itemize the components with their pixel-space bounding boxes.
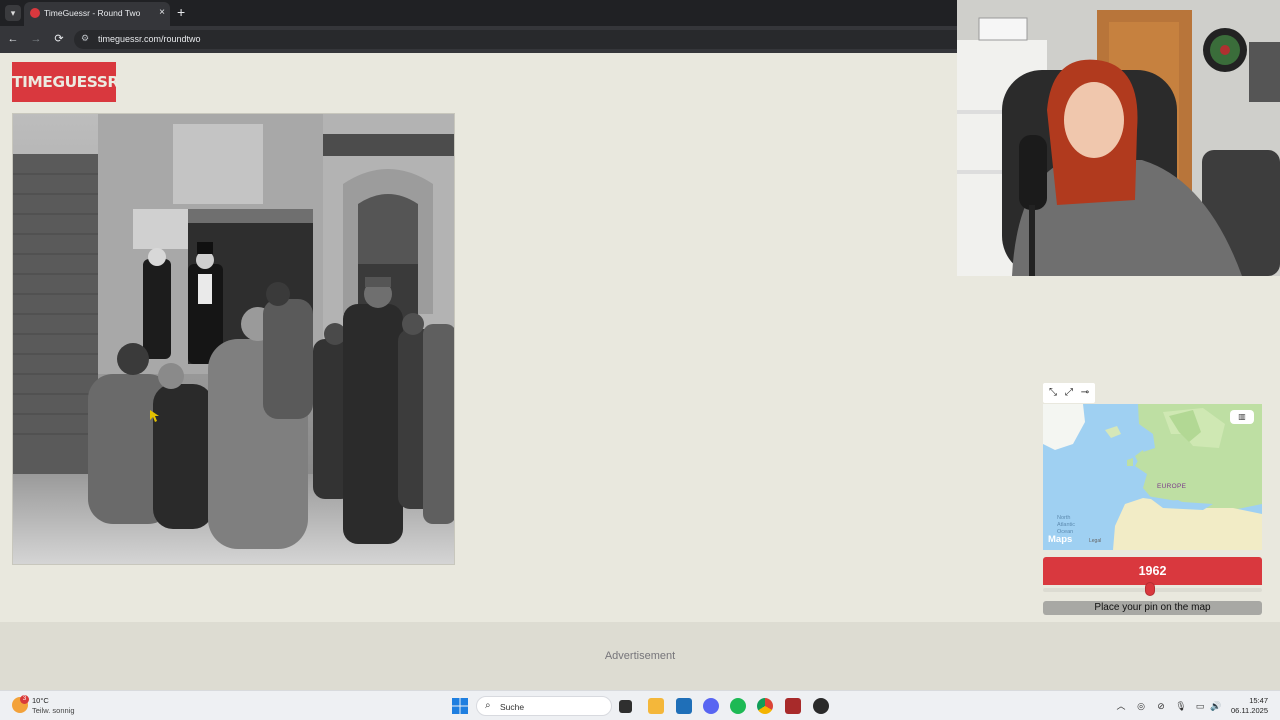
forward-button[interactable]: →: [28, 31, 44, 47]
clock-time[interactable]: 15:47: [1249, 696, 1268, 705]
clock-date[interactable]: 06.11.2025: [1231, 706, 1268, 715]
weather-temperature[interactable]: 10°C: [32, 696, 49, 705]
task-view-icon[interactable]: [619, 700, 632, 713]
expand-map-icon[interactable]: ⤡: [1046, 386, 1060, 400]
taskbar-search[interactable]: ⌕ Suche: [476, 696, 612, 716]
weather-notification-badge: 3: [20, 695, 29, 704]
map-type-icon[interactable]: ▥: [1230, 410, 1254, 424]
store-icon[interactable]: [676, 698, 692, 714]
map-toolbar: ⤡ ⤢ ⊸: [1043, 383, 1095, 403]
reload-button[interactable]: ⟳: [51, 31, 67, 47]
display-icon[interactable]: ▭: [1194, 700, 1206, 712]
chrome-icon[interactable]: [757, 698, 773, 714]
tab-title: TimeGuessr - Round Two: [44, 8, 141, 18]
map-label-europe: EUROPE: [1157, 483, 1187, 490]
obs-icon[interactable]: [813, 698, 829, 714]
round-photo[interactable]: [12, 113, 455, 565]
year-slider-handle[interactable]: [1145, 582, 1156, 596]
webcam-image: [957, 0, 1280, 276]
place-pin-button[interactable]: Place your pin on the map: [1043, 601, 1262, 615]
windows-start-icon[interactable]: [452, 698, 468, 714]
map-label-atlantic: North Atlantic Ocean: [1057, 515, 1076, 535]
tray-app-icon[interactable]: ◎: [1135, 700, 1147, 712]
file-explorer-icon[interactable]: [648, 698, 664, 714]
new-tab-button[interactable]: +: [177, 3, 185, 21]
tab-search-chevron-icon[interactable]: ▾: [5, 5, 21, 21]
weather-description[interactable]: Teilw. sonnig: [32, 706, 75, 715]
search-icon: ⌕: [485, 700, 491, 711]
tab-close-icon[interactable]: ×: [159, 2, 165, 24]
guess-map[interactable]: ▥ EUROPE North Atlantic Ocean Maps Legal: [1043, 404, 1262, 550]
apple-maps-logo: Maps: [1048, 534, 1072, 545]
back-button[interactable]: ←: [5, 31, 21, 47]
volume-icon[interactable]: 🔊: [1210, 700, 1222, 712]
taskbar-search-placeholder: Suche: [500, 702, 525, 712]
discord-icon[interactable]: [703, 698, 719, 714]
year-slider[interactable]: [1043, 582, 1262, 596]
advertisement-area: Advertisement: [0, 622, 1280, 690]
tray-network-icon[interactable]: ⊘: [1155, 700, 1167, 712]
maps-legal-link[interactable]: Legal: [1089, 538, 1101, 544]
advertisement-label: Advertisement: [604, 650, 676, 662]
windows-taskbar: 3 10°C Teilw. sonnig ⌕ Suche ︿ ◎ ⊘ 🎙 ▭ 🔊…: [0, 690, 1280, 720]
streamer-webcam: [957, 0, 1280, 276]
url-text[interactable]: timeguessr.com/roundtwo: [98, 34, 201, 44]
microphone-icon[interactable]: 🎙: [1175, 700, 1187, 712]
spotify-icon[interactable]: [730, 698, 746, 714]
maps-brand-text: Maps: [1048, 534, 1073, 545]
year-display: 1962: [1043, 557, 1262, 585]
pin-map-icon[interactable]: ⊸: [1078, 386, 1092, 400]
timeguessr-logo[interactable]: TIMEGUESSR: [12, 62, 119, 102]
shrink-map-icon[interactable]: ⤢: [1062, 386, 1076, 400]
browser-tab[interactable]: TimeGuessr - Round Two ×: [24, 2, 170, 26]
timeguessr-favicon-icon: [30, 8, 40, 18]
site-settings-icon[interactable]: ⚙: [81, 33, 89, 44]
tray-overflow-chevron-icon[interactable]: ︿: [1115, 700, 1127, 712]
streaming-app-icon[interactable]: [785, 698, 801, 714]
street-crowd-photo-image: [13, 114, 454, 564]
